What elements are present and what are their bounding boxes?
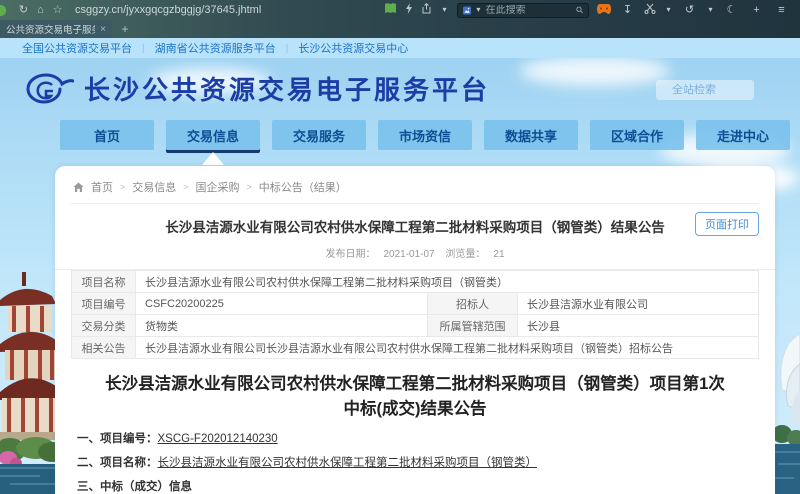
building-illustration (774, 294, 800, 494)
share-caret-icon[interactable]: ▾ (440, 0, 449, 20)
crumb-soe-procurement[interactable]: 国企采购 (196, 179, 240, 195)
nav-trade-info[interactable]: 交易信息 (166, 120, 260, 150)
separator: | (142, 43, 145, 54)
info-label: 项目编号 (72, 293, 136, 315)
project-number: XSCG-F202012140230 (158, 433, 278, 445)
item-label: 一、项目编号： (77, 433, 158, 445)
scissors-caret-icon[interactable]: ▾ (664, 0, 673, 20)
brand: 长沙公共资源交易电子服务平台 (26, 70, 490, 107)
print-page-button[interactable]: 页面打印 (695, 212, 759, 236)
info-value: 长沙县洁源水业有限公司农村供水保障工程第二批材料采购项目（钢管类） (136, 271, 759, 293)
info-label: 交易分类 (72, 315, 136, 337)
site-search-input[interactable] (656, 80, 754, 100)
search-engine-icon (463, 5, 471, 16)
bookmark-star-icon[interactable]: ☆ (49, 0, 66, 20)
crumb-separator: > (247, 182, 252, 192)
nav-data-share[interactable]: 数据共享 (484, 120, 578, 150)
views-count: 21 (493, 249, 504, 260)
doc-item-award-info: 三、中标（成交）信息 (77, 478, 753, 494)
active-nav-pointer (202, 152, 224, 165)
add-icon[interactable]: + (748, 0, 765, 20)
tab-strip: 公共资源交易电子服务平台 × + (0, 20, 800, 38)
nav-region-coop[interactable]: 区域合作 (590, 120, 684, 150)
publish-date-label: 发布日期： (325, 249, 375, 260)
nav-home[interactable]: 首页 (60, 120, 154, 150)
new-tab-button[interactable]: + (112, 20, 138, 38)
info-label: 项目名称 (72, 271, 136, 293)
home-icon[interactable]: ⌂ (32, 0, 49, 20)
history-caret-icon[interactable]: ▾ (706, 0, 715, 20)
publish-date: 2021-01-07 (383, 249, 434, 260)
info-label: 招标人 (428, 293, 518, 315)
content-card: 首页 > 交易信息 > 国企采购 > 中标公告（结果） 长沙县洁源水业有限公司农… (55, 166, 775, 494)
crumb-award-notice[interactable]: 中标公告（结果） (259, 179, 347, 195)
back-icon[interactable] (0, 5, 6, 16)
share-icon[interactable] (421, 1, 432, 19)
quick-search-box[interactable]: ▾ (457, 3, 589, 18)
doc-item-project-no: 一、项目编号：XSCG-F202012140230 (77, 430, 753, 446)
pagoda-illustration (0, 254, 56, 494)
refresh-icon[interactable]: ↻ (15, 0, 32, 20)
crumb-separator: > (183, 182, 188, 192)
separator: | (286, 43, 289, 54)
link-changsha-center[interactable]: 长沙公共资源交易中心 (298, 40, 408, 56)
history-icon[interactable]: ↺ (681, 0, 698, 20)
table-row: 项目名称 长沙县洁源水业有限公司农村供水保障工程第二批材料采购项目（钢管类） (72, 271, 759, 293)
link-province-platform[interactable]: 湖南省公共资源服务平台 (155, 40, 276, 56)
breadcrumb: 首页 > 交易信息 > 国企采购 > 中标公告（结果） (71, 174, 759, 204)
article-header: 长沙县洁源水业有限公司农村供水保障工程第二批材料采购项目（钢管类）结果公告 页面… (71, 216, 759, 236)
nav-trade-service[interactable]: 交易服务 (272, 120, 366, 150)
table-row: 交易分类 货物类 所属管辖范围 长沙县 (72, 315, 759, 337)
article-meta: 发布日期： 2021-01-07 浏览量： 21 (55, 245, 775, 270)
result-heading: 长沙县洁源水业有限公司农村供水保障工程第二批材料采购项目（钢管类）项目第1次中标… (97, 372, 733, 422)
browser-tab[interactable]: 公共资源交易电子服务平台 × (0, 20, 112, 38)
table-row: 相关公告 长沙县洁源水业有限公司长沙县洁源水业有限公司农村供水保障工程第二批材料… (72, 337, 759, 359)
item-label: 三、中标（成交）信息 (77, 481, 192, 493)
browser-search-input[interactable] (486, 5, 572, 16)
info-value: 货物类 (136, 315, 428, 337)
site-banner: 长沙公共资源交易电子服务平台 (0, 58, 800, 120)
site-title: 长沙公共资源交易电子服务平台 (84, 70, 490, 107)
site-search (656, 80, 754, 100)
download-icon[interactable]: ↧ (619, 0, 636, 20)
browser-chrome: ↻ ⌂ ☆ csggzy.cn/jyxxgqcgzbggjg/37645.jht… (0, 0, 800, 38)
doc-item-project-name: 二、项目名称：长沙县洁源水业有限公司农村供水保障工程第二批材料采购项目（钢管类） (77, 454, 753, 470)
tab-close-icon[interactable]: × (100, 24, 106, 35)
menu-icon[interactable]: ≡ (773, 0, 790, 20)
engine-caret-icon[interactable]: ▾ (475, 0, 482, 20)
site-logo (26, 72, 74, 106)
nav-market-credit[interactable]: 市场资信 (378, 120, 472, 150)
crumb-trade-info[interactable]: 交易信息 (132, 179, 176, 195)
views-label: 浏览量： (445, 249, 485, 260)
project-info-table: 项目名称 长沙县洁源水业有限公司农村供水保障工程第二批材料采购项目（钢管类） 项… (71, 270, 759, 359)
game-center-icon[interactable] (597, 1, 611, 19)
address-bar[interactable]: csggzy.cn/jyxxgqcgzbggjg/37645.jhtml (75, 4, 261, 16)
night-mode-icon[interactable]: ☾ (723, 0, 740, 20)
top-links-bar: 全国公共资源交易平台 | 湖南省公共资源服务平台 | 长沙公共资源交易中心 (0, 38, 800, 58)
info-value: CSFC20200225 (136, 293, 428, 315)
flash-icon[interactable] (405, 1, 413, 19)
main-nav: 首页 交易信息 交易服务 市场资信 数据共享 区域合作 走进中心 (60, 120, 790, 150)
tab-title: 公共资源交易电子服务平台 (6, 22, 95, 36)
reading-list-icon[interactable] (384, 1, 397, 19)
related-announcement-link[interactable]: 长沙县洁源水业有限公司长沙县洁源水业有限公司农村供水保障工程第二批材料采购项目（… (136, 337, 759, 359)
info-label: 所属管辖范围 (428, 315, 518, 337)
browser-toolbar: ↻ ⌂ ☆ csggzy.cn/jyxxgqcgzbggjg/37645.jht… (0, 0, 800, 20)
info-value: 长沙县 (518, 315, 759, 337)
magnifier-icon (576, 5, 583, 15)
project-name: 长沙县洁源水业有限公司农村供水保障工程第二批材料采购项目（钢管类） (158, 457, 538, 469)
info-value: 长沙县洁源水业有限公司 (518, 293, 759, 315)
toolbar-right: ▾ ▾ ↧ ▾ ↺ ▾ ☾ + ≡ (384, 0, 790, 20)
webpage: 全国公共资源交易平台 | 湖南省公共资源服务平台 | 长沙公共资源交易中心 长沙… (0, 38, 800, 494)
link-national-platform[interactable]: 全国公共资源交易平台 (22, 40, 132, 56)
info-label: 相关公告 (72, 337, 136, 359)
page-title: 长沙县洁源水业有限公司农村供水保障工程第二批材料采购项目（钢管类）结果公告 (141, 216, 689, 236)
crumb-separator: > (120, 182, 125, 192)
nav-about-center[interactable]: 走进中心 (696, 120, 790, 150)
item-label: 二、项目名称： (77, 457, 158, 469)
crumb-home[interactable]: 首页 (91, 179, 113, 195)
table-row: 项目编号 CSFC20200225 招标人 长沙县洁源水业有限公司 (72, 293, 759, 315)
home-icon (73, 182, 84, 193)
scissors-icon[interactable] (644, 1, 656, 19)
